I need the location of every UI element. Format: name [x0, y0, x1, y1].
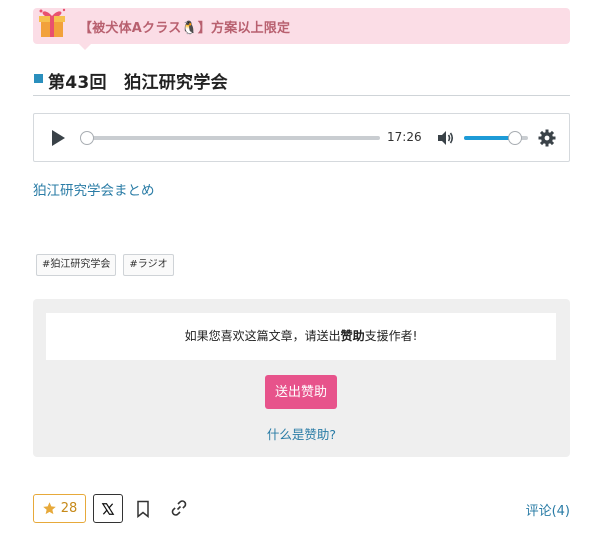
support-message-text: 如果您喜欢这篇文章，请送出	[184, 329, 341, 343]
support-message: 如果您喜欢这篇文章，请送出赞助支援作者!	[46, 313, 556, 360]
comments-link[interactable]: 评论(4)	[526, 500, 570, 519]
star-button[interactable]: 28	[33, 494, 86, 523]
summary-link[interactable]: 狛江研究学会まとめ	[33, 179, 155, 199]
tag-list: #狛江研究学会 #ラジオ	[36, 254, 174, 276]
share-x-button[interactable]	[93, 494, 123, 523]
play-icon[interactable]	[50, 129, 66, 147]
support-message-end: 支援作者!	[364, 329, 418, 343]
tag-item[interactable]: #狛江研究学会	[36, 254, 117, 276]
banner-pointer	[79, 44, 91, 50]
support-box: 如果您喜欢这篇文章，请送出赞助支援作者! 送出赞助 什么是赞助?	[33, 299, 570, 457]
volume-icon[interactable]	[435, 128, 455, 148]
support-message-bold: 赞助	[340, 329, 365, 343]
what-is-support-link[interactable]: 什么是赞助?	[33, 424, 570, 443]
volume-handle[interactable]	[508, 131, 523, 145]
duration-label: 17:26	[387, 130, 422, 144]
tag-item[interactable]: #ラジオ	[123, 254, 174, 276]
link-icon[interactable]	[170, 499, 188, 517]
gear-icon[interactable]	[537, 128, 557, 148]
star-icon	[42, 502, 56, 515]
audio-player: 17:26	[33, 113, 570, 162]
article-actions: 28 评论(4)	[33, 494, 570, 524]
seek-bar[interactable]	[80, 131, 380, 145]
x-logo-icon	[101, 502, 115, 515]
seek-handle[interactable]	[80, 131, 94, 145]
heading-marker	[34, 74, 43, 83]
star-count: 28	[60, 501, 78, 516]
gift-icon	[39, 8, 66, 37]
banner-text: 【被犬体Aクラス🐧】方案以上限定	[79, 21, 291, 36]
send-support-button[interactable]: 送出赞助	[265, 375, 337, 409]
members-only-banner: 【被犬体Aクラス🐧】方案以上限定	[33, 8, 570, 50]
volume-slider[interactable]	[464, 131, 528, 145]
page-title: 第43回 狛江研究学会	[48, 73, 228, 93]
bookmark-icon[interactable]	[135, 500, 151, 518]
article-heading: 第43回 狛江研究学会	[33, 66, 570, 96]
